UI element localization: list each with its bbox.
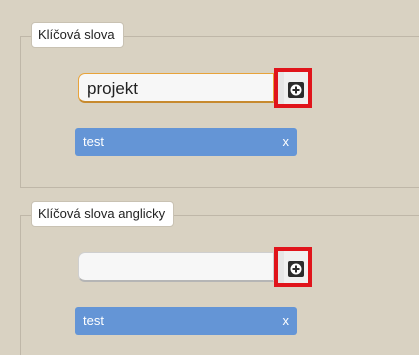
keywords-en-input[interactable] bbox=[78, 252, 274, 282]
keywords-en-legend: Klíčová slova anglicky bbox=[31, 201, 175, 227]
plus-circle-icon bbox=[288, 82, 304, 98]
keyword-en-tag: test x bbox=[75, 307, 297, 335]
remove-keyword-en-tag-button[interactable]: x bbox=[283, 313, 290, 328]
keyword-tag-label: test bbox=[83, 134, 104, 149]
remove-keyword-tag-button[interactable]: x bbox=[283, 134, 290, 149]
add-keyword-button[interactable] bbox=[274, 68, 312, 108]
keywords-en-input-group bbox=[78, 247, 318, 287]
add-keyword-en-button[interactable] bbox=[274, 247, 312, 287]
plus-circle-icon bbox=[288, 261, 304, 277]
keywords-input-group bbox=[78, 68, 318, 108]
keywords-en-fieldset: Klíčová slova anglicky test x bbox=[20, 201, 419, 355]
keywords-legend: Klíčová slova bbox=[31, 22, 124, 48]
keyword-tag: test x bbox=[75, 128, 297, 156]
keywords-fieldset: Klíčová slova test x bbox=[20, 22, 419, 188]
keywords-input[interactable] bbox=[78, 73, 274, 103]
keyword-en-tag-label: test bbox=[83, 313, 104, 328]
